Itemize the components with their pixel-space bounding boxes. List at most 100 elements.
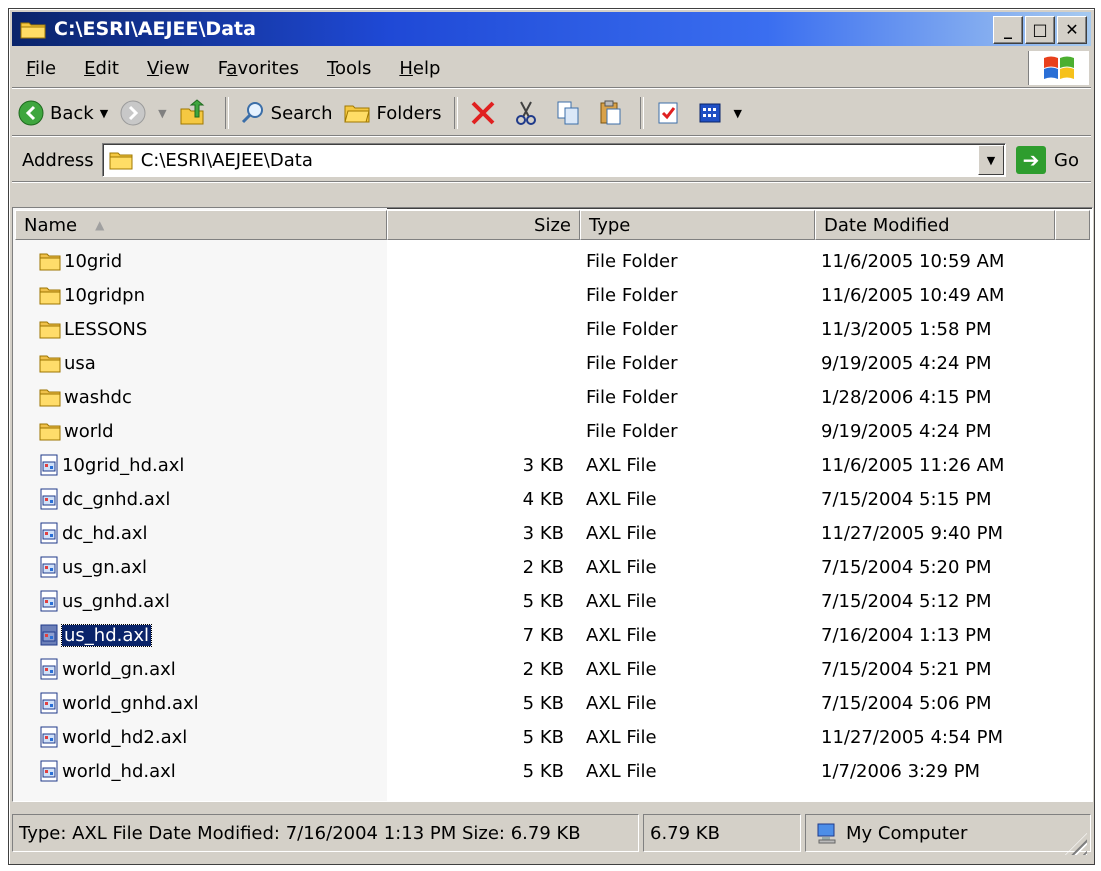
column-size-label: Size: [534, 214, 571, 236]
cut-button[interactable]: [508, 95, 550, 131]
column-header-type[interactable]: Type: [580, 210, 815, 240]
file-type: AXL File: [586, 658, 657, 680]
maximize-button[interactable]: □: [1025, 16, 1055, 44]
menu-help[interactable]: Help: [385, 58, 454, 79]
file-name: usa: [64, 352, 96, 374]
table-row[interactable]: world_hd.axl 5 KB AXL File 1/7/2006 3:29 PM: [15, 754, 1090, 788]
file-type: AXL File: [586, 522, 657, 544]
axl-file-icon: [40, 658, 58, 680]
close-button[interactable]: ✕: [1057, 16, 1087, 44]
table-row[interactable]: world File Folder 9/19/2005 4:24 PM: [15, 414, 1090, 448]
forward-button[interactable]: ▼: [114, 95, 172, 131]
file-name-cell[interactable]: dc_hd.axl: [15, 522, 387, 544]
search-label: Search: [270, 102, 333, 124]
file-name-cell[interactable]: 10grid_hd.axl: [15, 454, 387, 476]
address-dropdown-button[interactable]: ▼: [978, 145, 1005, 175]
address-label: Address: [22, 149, 94, 171]
chevron-down-icon[interactable]: ▼: [100, 107, 108, 120]
file-name-cell[interactable]: LESSONS: [15, 319, 387, 340]
back-button[interactable]: Back ▼: [12, 95, 114, 131]
file-size: 3 KB: [522, 522, 564, 544]
chevron-down-icon[interactable]: ▼: [158, 107, 166, 120]
file-name-cell[interactable]: us_gnhd.axl: [15, 590, 387, 612]
table-row[interactable]: 10grid_hd.axl 3 KB AXL File 11/6/2005 11:26…: [15, 448, 1090, 482]
file-date-modified: 11/6/2005 11:26 AM: [821, 454, 1005, 476]
folders-button[interactable]: Folders: [338, 95, 447, 131]
table-row[interactable]: dc_hd.axl 3 KB AXL File 11/27/2005 9:40 PM: [15, 516, 1090, 550]
forward-arrow-icon: [120, 100, 146, 126]
file-name-cell[interactable]: 10grid: [15, 251, 387, 272]
table-row[interactable]: world_gnhd.axl 5 KB AXL File 7/15/2004 5:06…: [15, 686, 1090, 720]
undo-button[interactable]: [650, 95, 692, 131]
address-input[interactable]: C:\ESRI\AEJEE\Data ▼: [101, 143, 1007, 177]
file-name-cell[interactable]: us_gn.axl: [15, 556, 387, 578]
paste-button[interactable]: [592, 95, 634, 131]
table-row[interactable]: washdc File Folder 1/28/2006 4:15 PM: [15, 380, 1090, 414]
title-bar[interactable]: C:\ESRI\AEJEE\Data _ □ ✕: [12, 12, 1091, 46]
folder-icon: [39, 253, 61, 271]
table-row[interactable]: 10grid File Folder 11/6/2005 10:59 AM: [15, 244, 1090, 278]
delete-button[interactable]: [464, 95, 508, 131]
windows-logo-icon: [1028, 51, 1089, 85]
go-label: Go: [1054, 149, 1079, 171]
views-button[interactable]: ▼: [692, 95, 748, 131]
file-date-modified: 11/6/2005 10:59 AM: [821, 250, 1005, 272]
column-header-name[interactable]: Name ▲: [15, 210, 387, 240]
go-arrow-icon: ➔: [1016, 146, 1047, 174]
chevron-down-icon[interactable]: ▼: [734, 107, 742, 120]
axl-file-icon: [40, 522, 58, 544]
menu-view[interactable]: View: [133, 58, 204, 79]
table-row[interactable]: 10gridpn File Folder 11/6/2005 10:49 AM: [15, 278, 1090, 312]
file-name-cell[interactable]: world_gn.axl: [15, 658, 387, 680]
up-folder-icon: [180, 99, 205, 125]
close-icon: ✕: [1065, 20, 1079, 39]
go-button[interactable]: ➔ Go: [1006, 146, 1091, 174]
axl-file-icon: [40, 590, 58, 612]
my-computer-icon: [817, 823, 836, 844]
menu-tools[interactable]: Tools: [313, 58, 385, 79]
file-list[interactable]: Name ▲ Size Type Date Modified 10grid Fil…: [12, 207, 1093, 802]
file-type: AXL File: [586, 556, 657, 578]
toolbar-separator: [453, 97, 458, 129]
column-header-date-modified[interactable]: Date Modified: [815, 210, 1055, 240]
file-name-cell[interactable]: world: [15, 421, 387, 442]
file-name-cell[interactable]: 10gridpn: [15, 285, 387, 306]
table-row[interactable]: dc_gnhd.axl 4 KB AXL File 7/15/2004 5:15 PM: [15, 482, 1090, 516]
table-row[interactable]: us_hd.axl 7 KB AXL File 7/16/2004 1:13 PM: [15, 618, 1090, 652]
table-row[interactable]: us_gnhd.axl 5 KB AXL File 7/15/2004 5:12 PM: [15, 584, 1090, 618]
menu-favorites[interactable]: Favorites: [204, 58, 313, 79]
file-date-modified: 1/7/2006 3:29 PM: [821, 760, 981, 782]
file-name-cell[interactable]: world_hd.axl: [15, 760, 387, 782]
table-row[interactable]: LESSONS File Folder 11/3/2005 1:58 PM: [15, 312, 1090, 346]
up-folder-button[interactable]: [173, 95, 219, 131]
file-name-cell[interactable]: washdc: [15, 387, 387, 408]
column-header-size[interactable]: Size: [387, 210, 580, 240]
file-name: us_hd.axl: [60, 623, 153, 647]
menu-file[interactable]: File: [12, 58, 70, 79]
folder-icon: [39, 423, 61, 441]
table-row[interactable]: usa File Folder 9/19/2005 4:24 PM: [15, 346, 1090, 380]
delete-icon: [471, 101, 494, 125]
menu-edit[interactable]: Edit: [70, 58, 133, 79]
file-date-modified: 1/28/2006 4:15 PM: [821, 386, 992, 408]
copy-button[interactable]: [550, 95, 592, 131]
file-type: File Folder: [586, 318, 678, 340]
status-details: Type: AXL File Date Modified: 7/16/2004 …: [12, 814, 639, 852]
file-name-cell[interactable]: dc_gnhd.axl: [15, 488, 387, 510]
minimize-button[interactable]: _: [993, 16, 1023, 44]
table-row[interactable]: world_hd2.axl 5 KB AXL File 11/27/2005 4:54…: [15, 720, 1090, 754]
column-type-label: Type: [589, 214, 631, 236]
folder-icon: [39, 389, 61, 407]
file-name-cell[interactable]: world_hd2.axl: [15, 726, 387, 748]
file-size: 3 KB: [522, 454, 564, 476]
search-icon: [241, 102, 263, 124]
table-row[interactable]: us_gn.axl 2 KB AXL File 7/15/2004 5:20 PM: [15, 550, 1090, 584]
file-name: us_gnhd.axl: [62, 590, 170, 612]
search-button[interactable]: Search: [235, 95, 339, 131]
file-name-cell[interactable]: us_hd.axl: [15, 623, 387, 647]
file-name: 10grid: [64, 250, 123, 272]
file-name-cell[interactable]: usa: [15, 353, 387, 374]
file-name: world_hd2.axl: [62, 726, 188, 748]
table-row[interactable]: world_gn.axl 2 KB AXL File 7/15/2004 5:21 P…: [15, 652, 1090, 686]
file-name-cell[interactable]: world_gnhd.axl: [15, 692, 387, 714]
